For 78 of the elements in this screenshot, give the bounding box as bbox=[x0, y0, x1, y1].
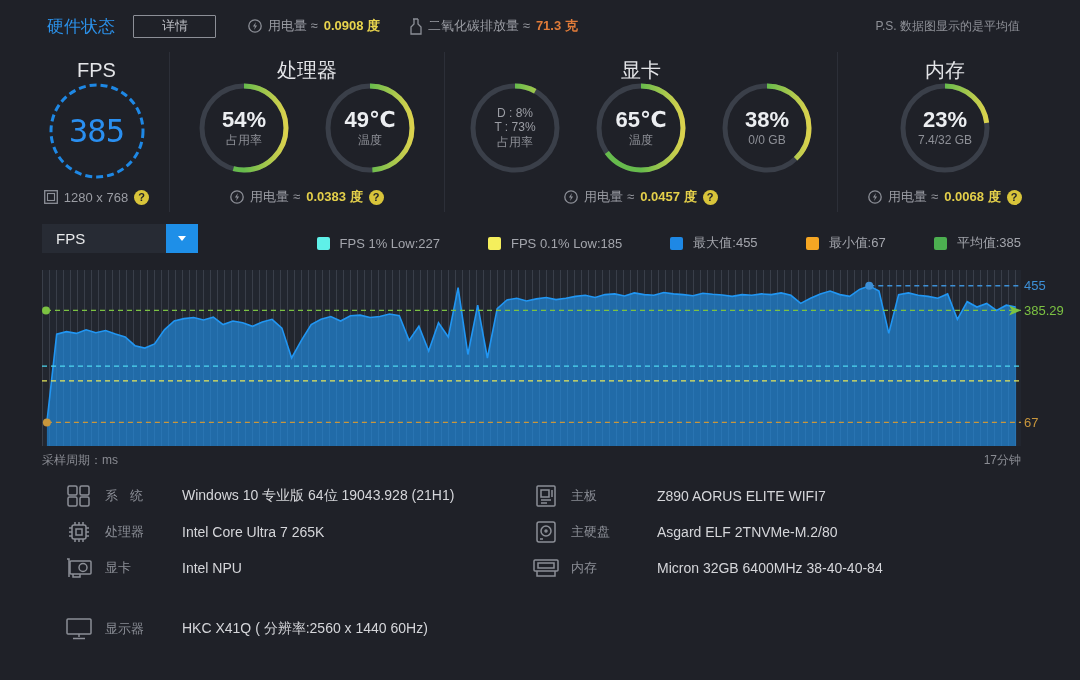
axis-tick-label: 67 bbox=[1024, 414, 1039, 430]
power-label: 用电量 ≈ bbox=[250, 188, 301, 206]
info-label: 主板 bbox=[571, 487, 598, 505]
note-text: P.S. 数据图显示的是平均值 bbox=[875, 17, 1020, 35]
power-icon bbox=[564, 190, 579, 204]
info-label: 内存 bbox=[571, 559, 598, 577]
marker-dot-icon bbox=[42, 306, 50, 315]
info-value: Windows 10 专业版 64位 19043.928 (21H1) bbox=[182, 487, 455, 505]
axis-tick-label: 455 bbox=[1024, 278, 1046, 294]
details-button[interactable]: 详情 bbox=[133, 14, 216, 38]
power-label: 用电量 ≈ bbox=[268, 17, 318, 35]
resolution-text: 1280 x 768 bbox=[63, 189, 129, 205]
chimney-icon bbox=[410, 17, 423, 35]
marker-dot-icon bbox=[865, 281, 874, 290]
gauge-value: 65℃ bbox=[615, 108, 667, 132]
power-value: 0.0383 度 bbox=[306, 188, 363, 206]
graphics-card-icon bbox=[66, 557, 92, 579]
gauge-caption: 7.4/32 GB bbox=[917, 132, 972, 148]
section-title: 显卡 bbox=[621, 58, 661, 82]
gauge-reading: D : 8% bbox=[497, 106, 533, 120]
help-icon[interactable]: ? bbox=[368, 189, 384, 205]
caret-icon[interactable] bbox=[166, 224, 198, 253]
info-value: Intel NPU bbox=[182, 560, 242, 576]
monitor-icon bbox=[66, 618, 92, 640]
power-icon bbox=[248, 19, 262, 33]
arrow-marker-icon bbox=[1009, 305, 1021, 316]
info-value: Micron 32GB 6400MHz 38-40-40-84 bbox=[657, 560, 883, 576]
gauge-caption: 温度 bbox=[629, 132, 653, 148]
help-icon[interactable]: ? bbox=[134, 189, 150, 205]
power-icon bbox=[230, 190, 245, 204]
info-value: Intel Core Ultra 7 265K bbox=[182, 524, 325, 540]
sampling-note: 采样周期：ms bbox=[42, 451, 118, 469]
gauge-value: 38% bbox=[744, 108, 789, 132]
help-icon[interactable]: ? bbox=[702, 189, 718, 205]
square-icon bbox=[43, 190, 58, 204]
grid-icon bbox=[66, 485, 92, 507]
marker-dot-icon bbox=[42, 418, 51, 427]
gauge-value: 49℃ bbox=[344, 108, 396, 132]
gauge-value: 54% bbox=[221, 108, 266, 132]
info-value: HKC X41Q ( 分辨率:2560 x 1440 60Hz) bbox=[182, 620, 428, 638]
gauge-caption: 温度 bbox=[358, 132, 382, 148]
gauge-value: 23% bbox=[922, 108, 967, 132]
power-value: 0.0068 度 bbox=[944, 188, 1001, 206]
help-icon[interactable]: ? bbox=[1006, 189, 1022, 205]
info-label: 显示器 bbox=[105, 620, 145, 638]
power-value: 0.0457 度 bbox=[640, 188, 697, 206]
motherboard-icon bbox=[533, 485, 559, 507]
gauge-caption: 占用率 bbox=[497, 134, 533, 150]
section-title: 内存 bbox=[925, 58, 965, 82]
section-title: 处理器 bbox=[277, 58, 337, 82]
fps-value: 385 bbox=[69, 113, 124, 149]
emission-label: 二氧化碳排放量 ≈ bbox=[428, 17, 530, 35]
power-icon bbox=[868, 190, 883, 204]
info-value: Asgard ELF 2TNVMe-M.2/80 bbox=[657, 524, 838, 540]
info-label: 处理器 bbox=[105, 523, 145, 541]
chip-icon bbox=[66, 521, 92, 543]
info-label: 系 统 bbox=[105, 487, 144, 505]
legend-label: FPS 1% Low:227 bbox=[339, 235, 440, 251]
memory-icon bbox=[533, 557, 559, 579]
duration-label: 17分钟 bbox=[983, 451, 1021, 469]
legend-label: FPS 0.1% Low:185 bbox=[511, 235, 623, 251]
power-label: 用电量 ≈ bbox=[584, 188, 635, 206]
legend-label: 平均值:385 bbox=[956, 234, 1021, 252]
power-value: 0.0908 度 bbox=[323, 17, 381, 35]
legend-label: 最小值:67 bbox=[828, 234, 886, 252]
power-label: 用电量 ≈ bbox=[888, 188, 939, 206]
info-label: 主硬盘 bbox=[571, 523, 611, 541]
section-title: FPS bbox=[77, 58, 116, 82]
info-value: Z890 AORUS ELITE WIFI7 bbox=[657, 488, 826, 504]
gauge-caption: 占用率 bbox=[226, 132, 262, 148]
gauge-caption: 0/0 GB bbox=[748, 132, 786, 148]
axis-tick-label: 385.29 bbox=[1024, 302, 1064, 318]
page-title: 硬件状态 bbox=[47, 15, 115, 38]
metric-dropdown[interactable]: FPS bbox=[42, 224, 198, 253]
emission-value: 71.3 克 bbox=[535, 17, 578, 35]
legend-label: 最大值:455 bbox=[693, 234, 758, 252]
info-label: 显卡 bbox=[105, 559, 132, 577]
gauge-reading: T : 73% bbox=[494, 120, 536, 134]
